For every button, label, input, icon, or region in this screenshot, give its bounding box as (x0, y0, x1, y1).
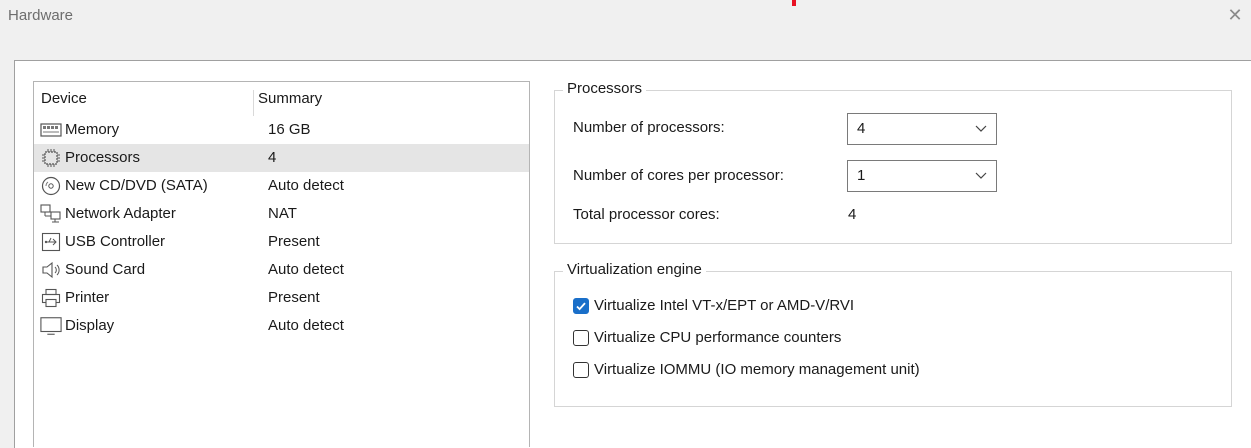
cores-per-processor-value: 1 (857, 167, 866, 184)
device-name: Sound Card (65, 261, 146, 278)
column-divider[interactable] (253, 90, 254, 116)
processors-group-label: Processors (563, 80, 647, 97)
device-name: Network Adapter (65, 205, 176, 222)
device-summary: Auto detect (268, 261, 344, 278)
virtualize-iommu-label: Virtualize IOMMU (IO memory management u… (594, 361, 920, 378)
device-summary: 16 GB (268, 121, 311, 138)
device-row-processors[interactable]: Processors 4 (34, 144, 529, 172)
device-summary: Auto detect (268, 317, 344, 334)
device-list[interactable]: Device Summary Memory 16 GB Processors 4… (33, 81, 530, 447)
chevron-down-icon (974, 121, 988, 135)
cd-dvd-icon (40, 176, 62, 196)
display-icon (40, 316, 62, 336)
memory-icon (40, 120, 62, 140)
cores-per-processor-label: Number of cores per processor: (573, 167, 784, 184)
device-row-memory[interactable]: Memory 16 GB (34, 116, 529, 144)
column-header-summary[interactable]: Summary (258, 90, 322, 107)
total-cores-value: 4 (848, 206, 857, 223)
sound-card-icon (40, 260, 62, 280)
device-row-display[interactable]: Display Auto detect (34, 312, 529, 340)
device-name: Display (65, 317, 115, 334)
chevron-down-icon (974, 168, 988, 182)
column-header-device[interactable]: Device (41, 90, 87, 107)
network-adapter-icon (40, 204, 62, 224)
device-row-printer[interactable]: Printer Present (34, 284, 529, 312)
device-name: New CD/DVD (SATA) (65, 177, 208, 194)
device-list-header: Device Summary (34, 90, 529, 116)
device-row-sound-card[interactable]: Sound Card Auto detect (34, 256, 529, 284)
virtualization-group-label: Virtualization engine (563, 261, 706, 278)
red-marker (792, 0, 796, 6)
processor-icon (40, 148, 62, 168)
device-name: USB Controller (65, 233, 166, 250)
close-icon[interactable]: ✕ (1223, 3, 1247, 27)
device-name: Memory (65, 121, 120, 138)
num-processors-value: 4 (857, 120, 866, 137)
cores-per-processor-select[interactable]: 1 (847, 160, 997, 192)
device-summary: NAT (268, 205, 297, 222)
virtualize-cpu-counters-checkbox[interactable] (573, 330, 589, 346)
printer-icon (40, 288, 62, 308)
device-summary: Present (268, 289, 320, 306)
window-title: Hardware (8, 7, 74, 24)
virtualize-vtx-checkbox[interactable] (573, 298, 589, 314)
total-cores-label: Total processor cores: (573, 206, 720, 223)
device-name: Printer (65, 289, 110, 306)
device-summary: Auto detect (268, 177, 344, 194)
device-row-cd-dvd[interactable]: New CD/DVD (SATA) Auto detect (34, 172, 529, 200)
virtualize-vtx-label: Virtualize Intel VT-x/EPT or AMD-V/RVI (594, 297, 855, 314)
virtualize-cpu-counters-label: Virtualize CPU performance counters (594, 329, 842, 346)
device-name: Processors (65, 149, 141, 166)
device-row-usb-controller[interactable]: USB Controller Present (34, 228, 529, 256)
device-row-network-adapter[interactable]: Network Adapter NAT (34, 200, 529, 228)
device-summary: Present (268, 233, 320, 250)
num-processors-select[interactable]: 4 (847, 113, 997, 145)
virtualize-iommu-checkbox[interactable] (573, 362, 589, 378)
usb-icon (40, 232, 62, 252)
device-summary: 4 (268, 149, 277, 166)
num-processors-label: Number of processors: (573, 119, 725, 136)
